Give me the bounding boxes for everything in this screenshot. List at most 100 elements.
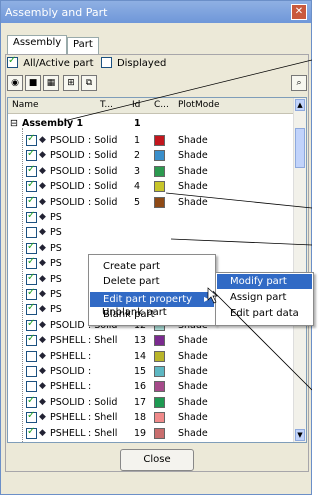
all-active-part-checkbox[interactable] [7, 55, 18, 68]
part-plotmode: Shade [178, 366, 208, 377]
part-color-swatch[interactable] [154, 427, 165, 439]
part-visible-checkbox[interactable] [26, 287, 37, 300]
part-visible-checkbox[interactable] [26, 195, 37, 208]
shade-icon[interactable]: ■ [25, 75, 41, 91]
part-visible-checkbox[interactable] [26, 210, 37, 223]
part-icon: ◆ [39, 273, 46, 284]
scroll-up-arrow-icon[interactable]: ▲ [295, 99, 305, 111]
menu-item-delete-part[interactable]: Delete part [103, 274, 160, 289]
part-color-swatch[interactable] [154, 165, 165, 177]
tab-part[interactable]: Part [67, 37, 99, 55]
part-name: PS [50, 212, 62, 223]
part-name: PSHELL [50, 412, 86, 424]
displayed-checkbox[interactable] [100, 57, 112, 68]
part-icon: ◆ [39, 196, 46, 207]
column-plotmode[interactable]: PlotMode [178, 100, 219, 110]
part-visible-checkbox[interactable] [26, 179, 37, 193]
part-type: : Solid [88, 181, 118, 193]
part-plotmode: Shade [178, 165, 208, 177]
part-icon: ◆ [39, 227, 46, 238]
part-visible-checkbox[interactable] [26, 410, 37, 424]
part-visible-checkbox[interactable] [26, 318, 37, 331]
part-plotmode: Shade [178, 396, 208, 408]
search-icon[interactable]: ⌕ [291, 75, 307, 91]
part-type: : Solid [88, 196, 118, 208]
part-visible-checkbox[interactable] [26, 381, 37, 393]
part-icon: ◆ [39, 242, 46, 253]
tree-icon[interactable]: ⊞ [63, 75, 79, 91]
part-color-swatch[interactable] [154, 150, 165, 162]
part-type: : Solid [88, 150, 118, 162]
part-icon: ◆ [39, 412, 46, 423]
part-visible-checkbox[interactable] [26, 133, 37, 146]
part-visible-checkbox[interactable] [26, 256, 37, 270]
submenu-arrow-icon: ▸ [203, 294, 209, 305]
part-visible-checkbox[interactable] [26, 272, 37, 285]
part-color-swatch[interactable] [154, 396, 165, 408]
tab-assembly[interactable]: Assembly [7, 35, 68, 55]
part-color-swatch[interactable] [154, 196, 165, 208]
displayed-label: Displayed [116, 57, 167, 69]
part-name: PSOLID [50, 366, 85, 377]
part-id: 1 [134, 135, 141, 146]
part-name: PSOLID [50, 196, 85, 208]
scroll-thumb[interactable] [295, 128, 305, 168]
part-visible-checkbox[interactable] [26, 350, 37, 362]
scroll-down-arrow-icon[interactable]: ▼ [295, 429, 305, 441]
column-color[interactable]: C... [154, 100, 169, 110]
part-visible-checkbox[interactable] [26, 426, 37, 439]
part-color-swatch[interactable] [154, 381, 165, 393]
part-name: PSOLID [50, 150, 85, 162]
part-icon: ◆ [39, 181, 46, 192]
part-plotmode: Shade [178, 150, 208, 162]
part-id: 15 [134, 366, 147, 377]
assembly-row[interactable]: ⊟ Assembly 1 1 [8, 115, 295, 132]
part-visible-checkbox[interactable] [26, 241, 37, 254]
part-name: PS [50, 273, 62, 285]
part-name: PS [50, 227, 62, 239]
submenu-item-edit-part-data[interactable]: Edit part data [230, 306, 299, 321]
part-name: PSHELL [50, 427, 86, 439]
part-color-swatch[interactable] [154, 335, 165, 347]
menu-item-create-part[interactable]: Create part [103, 259, 160, 274]
part-icon: ◆ [39, 165, 46, 176]
column-type[interactable]: T... [100, 100, 113, 110]
submenu-item-assign-part[interactable]: Assign part [230, 290, 286, 305]
part-visible-checkbox[interactable] [26, 302, 37, 316]
part-visible-checkbox[interactable] [26, 164, 37, 177]
part-type: : Shell [88, 335, 118, 347]
list-scrollbar[interactable]: ▲ ▼ [293, 98, 306, 442]
part-visible-checkbox[interactable] [26, 366, 37, 377]
part-visible-checkbox[interactable] [26, 148, 37, 162]
copy-icon[interactable]: ⧉ [81, 75, 97, 91]
close-button[interactable]: Close [120, 449, 194, 471]
part-color-swatch[interactable] [154, 350, 165, 362]
collapse-icon[interactable]: ⊟ [10, 118, 18, 129]
part-name: PS [50, 304, 62, 316]
table-row[interactable]: ◆ PSHELL: Shell 19 Shade [8, 425, 295, 442]
column-name[interactable]: Name [12, 100, 39, 110]
menu-item-unblank-part[interactable]: Unblank part [102, 305, 167, 320]
part-icon: ◆ [39, 350, 46, 361]
all-active-part-label: All/Active part [23, 57, 94, 69]
part-name: PSOLID [50, 396, 85, 408]
part-visible-checkbox[interactable] [26, 395, 37, 408]
part-color-swatch[interactable] [154, 412, 165, 424]
submenu-item-modify-part[interactable]: Modify part [217, 274, 312, 289]
part-name: PSOLID [50, 181, 85, 193]
part-name: PSOLID [50, 165, 85, 177]
window-close-button[interactable]: ✕ [291, 4, 307, 20]
wireframe-icon[interactable]: ▦ [43, 75, 59, 91]
part-visible-checkbox[interactable] [26, 227, 37, 239]
part-color-swatch[interactable] [154, 181, 165, 193]
display-icon[interactable]: ◉ [7, 75, 23, 91]
part-color-swatch[interactable] [154, 366, 165, 377]
part-color-swatch[interactable] [154, 135, 165, 146]
part-visible-checkbox[interactable] [26, 333, 37, 347]
column-id[interactable]: Id [132, 100, 140, 110]
part-id: 2 [134, 150, 141, 162]
part-id: 5 [134, 196, 141, 208]
submenu: Modify part Assign part Edit part data [215, 272, 314, 326]
title-bar[interactable]: Assembly and Part ✕ [1, 1, 311, 23]
part-name: PSOLID [50, 135, 85, 146]
